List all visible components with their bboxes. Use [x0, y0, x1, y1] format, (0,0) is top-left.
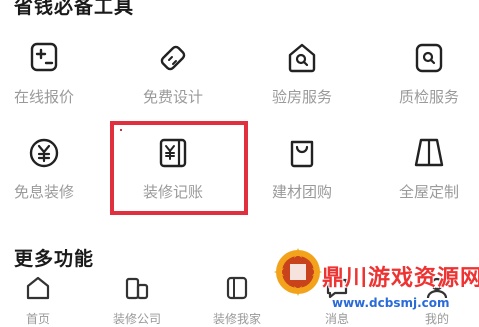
tool-quality-check[interactable]: 质检服务: [383, 38, 475, 107]
house-inspect-icon: [288, 43, 316, 73]
tool-label: 在线报价: [13, 88, 74, 106]
tool-label: 免费设计: [142, 88, 203, 106]
tab-home[interactable]: 首页: [0, 274, 78, 327]
tool-custom-furniture[interactable]: 全屋定制: [383, 133, 475, 202]
quality-check-icon: [415, 43, 443, 73]
tool-group-buy[interactable]: 建材团购: [256, 133, 348, 202]
tool-label: 免息装修: [13, 183, 74, 201]
yuan-coin-icon: [29, 138, 59, 168]
marker-dot: [120, 129, 122, 131]
company-icon: [125, 277, 149, 300]
wardrobe-icon: [414, 138, 444, 167]
tool-house-inspection[interactable]: 验房服务: [256, 38, 348, 107]
design-ruler-icon: [160, 45, 186, 71]
watermark-url: www.dcbsmj.com: [332, 296, 450, 310]
tool-label: 建材团购: [271, 183, 332, 201]
tool-label: 全屋定制: [398, 183, 459, 201]
tool-label: 验房服务: [271, 88, 332, 106]
tool-free-design[interactable]: 免费设计: [127, 38, 219, 107]
book-icon: [226, 276, 248, 300]
tool-online-quote[interactable]: 在线报价: [0, 38, 90, 107]
home-icon: [26, 276, 50, 300]
section-title-tools: 省钱必备工具: [14, 0, 135, 18]
shopping-bag-icon: [290, 140, 314, 168]
watermark: 鼎川游戏资源网 www.dcbsmj.com: [262, 238, 479, 319]
watermark-logo-icon: [274, 248, 322, 296]
tab-company[interactable]: 装修公司: [97, 274, 177, 327]
highlight-box: [110, 121, 248, 215]
price-calculator-icon: [30, 42, 58, 72]
section-title-more: 更多功能: [14, 248, 95, 270]
tool-label: 质检服务: [398, 88, 459, 106]
watermark-text: 鼎川游戏资源网: [322, 266, 479, 291]
tool-interest-free[interactable]: 免息装修: [0, 133, 90, 202]
